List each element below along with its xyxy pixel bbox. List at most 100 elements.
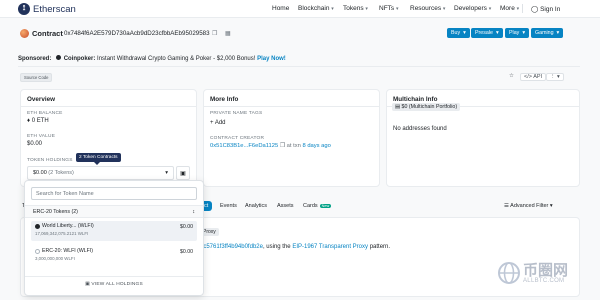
token-contracts-tooltip: 2 Token Contracts (76, 153, 121, 165)
token-icon (35, 223, 40, 229)
api-button[interactable]: </> API (520, 73, 547, 81)
nav-tokens[interactable]: Tokens ▾ (343, 5, 368, 12)
creator-address-link[interactable]: 0x51C83B1e...F6eDa1125 (210, 143, 278, 149)
sponsored-banner: Sponsored: Coinpoker: Instant Withdrawal… (18, 55, 578, 62)
nav-blockchain-label: Blockchain (298, 5, 330, 12)
qr-code-icon[interactable]: ▦ (225, 30, 231, 37)
presale-button[interactable]: Presale ▾ (471, 28, 503, 38)
token-holdings-dropdown[interactable]: $0.00 (2 Tokens) ▾ (27, 166, 174, 180)
copy-icon[interactable]: ❐ (280, 143, 285, 149)
wallet-button[interactable]: ▣ (176, 166, 190, 180)
sponsor-text: Instant Withdrawal Crypto Gaming & Poker… (97, 56, 256, 62)
token-name: ERC-20: WLFI (WLFI) (35, 248, 193, 254)
tab-cards[interactable]: Cards New (299, 201, 335, 211)
token-holdings-count: (2 Tokens) (48, 170, 74, 176)
chevron-down-icon: ▾ (331, 6, 334, 12)
eth-icon: ♦ (27, 118, 31, 124)
token-row[interactable]: World Liberty... (WLFI) 17,069,342,075.2… (31, 221, 197, 241)
watermark-text: 币圈网 ALLBTC.COM (523, 263, 568, 284)
nav-blockchain[interactable]: Blockchain ▾ (298, 5, 334, 12)
multichain-portfolio-button[interactable]: ▤ $0 (Multichain Portfolio) (392, 103, 461, 111)
view-all-holdings-link[interactable]: ▣ VIEW ALL HOLDINGS (25, 282, 203, 287)
advanced-filter-label: Advanced Filter (510, 203, 549, 209)
token-balance: 3,000,000,000 WLFI (35, 256, 75, 261)
nav-resources[interactable]: Resources ▾ (410, 5, 445, 12)
sponsor-name: Coinpoker: (63, 56, 96, 62)
more-info-title: More Info (210, 96, 239, 103)
nav-nfts[interactable]: NFTs ▾ (379, 5, 399, 12)
sign-in-link[interactable]: ◯ Sign In (531, 5, 560, 13)
tab-analytics[interactable]: Analytics (241, 201, 271, 211)
multichain-title: Multichain Info (393, 96, 438, 103)
eth-value-label: ETH VALUE (27, 134, 56, 139)
gaming-button[interactable]: Gaming ▾ (531, 28, 564, 38)
nav-nfts-label: NFTs (379, 5, 395, 12)
token-holdings-menu: Search for Token Name ERC-20 Tokens (2) … (24, 180, 204, 296)
watermark-cn: 币圈网 (523, 261, 569, 279)
wallet-icon: ▣ (180, 170, 186, 177)
chevron-down-icon: ▾ (365, 6, 368, 12)
token-name-label: World Liberty... (WLFI) (42, 223, 94, 229)
more-label: ⋮ (550, 74, 556, 80)
eth-balance-value: ♦ 0 ETH (27, 118, 49, 124)
copy-icon[interactable]: ❐ (212, 30, 217, 37)
token-name: World Liberty... (WLFI) (35, 223, 193, 229)
chevron-down-icon: ▾ (442, 6, 446, 12)
token-value: $0.00 (180, 249, 193, 255)
nav-divider (522, 4, 523, 13)
chevron-down-icon: ▾ (488, 6, 492, 12)
gaming-label: Gaming (535, 30, 554, 36)
source-code-badge[interactable]: Source Code (20, 73, 53, 82)
multichain-portfolio-label: $0 (Multichain Portfolio) (401, 104, 458, 110)
chevron-down-icon: ▾ (395, 6, 399, 12)
star-icon[interactable]: ☆ (509, 73, 514, 79)
proxy-text-end: pattern. (368, 244, 391, 250)
chevron-down-icon: ▾ (495, 30, 499, 36)
tab-cards-label: Cards (303, 203, 318, 209)
token-row[interactable]: ERC-20: WLFI (WLFI) 3,000,000,000 WLFI $… (31, 246, 197, 266)
tab-events[interactable]: Events (216, 201, 241, 211)
proxy-description: 3c5761f3ff4b94b0fdb2e, using the EIP-196… (200, 244, 390, 250)
globe-logo-icon (498, 262, 520, 284)
chevron-down-icon: ▾ (463, 30, 466, 36)
contract-avatar (20, 29, 29, 38)
play-label: Play (509, 30, 520, 36)
etherscan-logo-icon: ⟟ (18, 3, 30, 15)
token-search-input[interactable]: Search for Token Name (31, 187, 197, 200)
etherscan-logo[interactable]: ⟟ Etherscan (18, 3, 76, 15)
contract-address: 0x7484f6A2E579D730aAcb9dD23cfbbAEb950295… (64, 30, 210, 37)
nav-home[interactable]: Home (272, 5, 289, 12)
token-name-label: ERC-20: WLFI (WLFI) (42, 248, 94, 254)
advanced-filter-button[interactable]: ☰ Advanced Filter ▾ (500, 201, 557, 211)
wallet-icon: ▣ (85, 282, 90, 287)
overview-card: Overview ETH BALANCE ♦ 0 ETH ETH VALUE $… (20, 89, 197, 187)
chevron-down-icon: ▾ (556, 30, 560, 36)
buy-button[interactable]: Buy ▾ (447, 28, 470, 38)
creator-txn-link[interactable]: 8 days ago (302, 143, 330, 149)
eip-1967-link[interactable]: EIP-1967 Transparent Proxy (292, 244, 368, 250)
play-button[interactable]: Play ▾ (505, 28, 529, 38)
token-holdings-label: TOKEN HOLDINGS (27, 158, 73, 163)
eth-balance-text: 0 ETH (31, 118, 49, 124)
watermark-url: ALLBTC.COM (523, 277, 565, 284)
coinpoker-icon (56, 55, 62, 60)
play-now-link[interactable]: Play Now! (257, 56, 286, 62)
sort-icon[interactable]: ↕ (192, 209, 195, 215)
sponsored-label: Sponsored: (18, 56, 52, 62)
tab-assets[interactable]: Assets (273, 201, 298, 211)
nav-more[interactable]: More ▾ (500, 5, 519, 12)
filter-icon: ☰ (504, 203, 509, 209)
contract-creator-label: CONTRACT CREATOR (210, 136, 265, 141)
erc20-section-header[interactable]: ERC-20 Tokens (2) ↕ (25, 205, 203, 218)
implementation-address-link[interactable]: 3c5761f3ff4b94b0fdb2e (200, 244, 263, 250)
divider (18, 66, 580, 67)
add-tag-button[interactable]: + Add (210, 120, 226, 126)
no-addresses-text: No addresses found (393, 126, 447, 132)
contract-creator: 0x51C83B1e...F6eDa1125 ❐ at txn 8 days a… (210, 143, 331, 149)
more-options-button[interactable]: ⋮ ▾ (546, 73, 564, 81)
erc20-section-label: ERC-20 Tokens (2) (33, 208, 78, 215)
user-icon: ◯ (531, 6, 539, 13)
nav-developers[interactable]: Developers ▾ (454, 5, 491, 12)
watermark: 币圈网 ALLBTC.COM (498, 262, 568, 284)
more-info-card: More Info PRIVATE NAME TAGS + Add CONTRA… (203, 89, 380, 187)
